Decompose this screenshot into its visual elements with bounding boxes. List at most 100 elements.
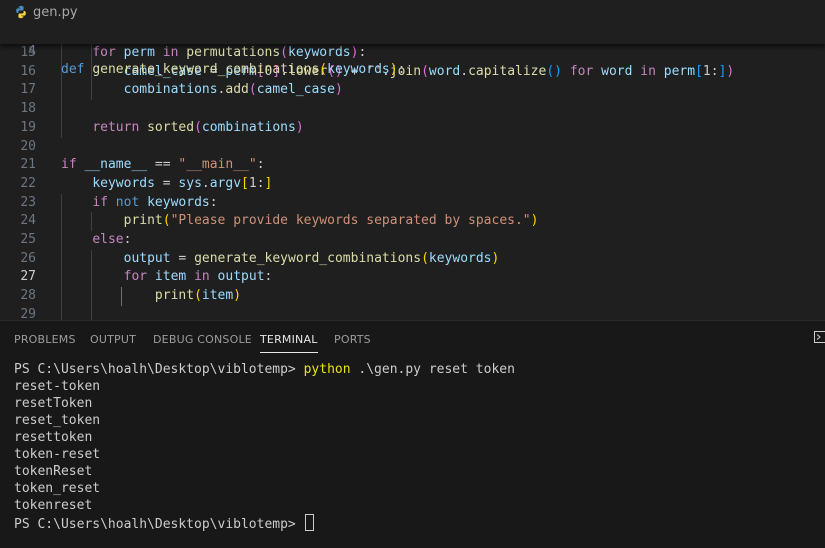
line-number: 27 [0, 268, 36, 286]
code-token: combinations [124, 82, 218, 97]
code-token: generate_keyword_combinations [92, 62, 319, 77]
code-token: __name__ [84, 157, 147, 172]
code-line[interactable]: 20 [0, 138, 825, 156]
terminal-output-line: reset-token [14, 378, 100, 395]
code-token: ) [531, 213, 539, 228]
code-line[interactable]: 24 print("Please provide keywords separa… [0, 212, 825, 230]
line-code: if not keywords: [61, 194, 218, 212]
code-token: keywords [139, 195, 209, 210]
code-token: ) [492, 251, 500, 266]
code-token: : [398, 62, 406, 77]
terminal-icon[interactable] [814, 331, 825, 343]
code-token: keywords [327, 62, 390, 77]
line-number: 19 [0, 119, 36, 137]
terminal-output-line: tokenreset [14, 497, 92, 514]
breadcrumb[interactable]: gen.py [0, 0, 825, 24]
code-token: "Please provide keywords separated by sp… [171, 213, 531, 228]
code-token: [ [695, 64, 703, 79]
code-line[interactable]: 22 keywords = sys.argv[1:] [0, 175, 825, 193]
code-token: if [61, 157, 77, 172]
code-token: if [92, 195, 108, 210]
code-line[interactable]: 15 for perm in permutations(keywords): [0, 44, 825, 62]
code-token: : [210, 195, 218, 210]
code-token: ( [319, 62, 327, 77]
terminal-output-line: token-reset [14, 446, 100, 463]
sticky-code: def generate_keyword_combinations(keywor… [61, 61, 405, 79]
code-token: ) [233, 288, 241, 303]
terminal-cursor[interactable] [305, 514, 314, 531]
breadcrumb-file-name[interactable]: gen.py [33, 5, 78, 20]
line-code: return sorted(combinations) [61, 119, 304, 137]
code-token [61, 213, 124, 228]
line-code: if __name__ == "__main__": [61, 156, 265, 174]
line-number: 21 [0, 156, 36, 174]
line-number: 25 [0, 231, 36, 249]
code-line[interactable]: 17 combinations.add(camel_case) [0, 81, 825, 99]
tab-debug-console[interactable]: DEBUG CONSOLE [153, 333, 252, 346]
code-token [562, 64, 570, 79]
code-editor[interactable]: 15 for perm in permutations(keywords):16… [0, 24, 825, 320]
code-line[interactable]: 26 output = generate_keyword_combination… [0, 250, 825, 268]
code-token: 1: [703, 64, 719, 79]
code-token: [ [241, 176, 249, 191]
code-token: . [202, 176, 210, 191]
line-number: 28 [0, 287, 36, 305]
code-line[interactable]: 25 else: [0, 231, 825, 249]
code-token: word [429, 64, 460, 79]
code-line[interactable]: 21 if __name__ == "__main__": [0, 156, 825, 174]
code-line[interactable]: 23 if not keywords: [0, 194, 825, 212]
sticky-scroll-header[interactable]: 4 def generate_keyword_combinations(keyw… [0, 24, 825, 44]
code-token: else [92, 232, 123, 247]
tab-output[interactable]: OUTPUT [90, 333, 136, 346]
code-token: camel_case [257, 82, 335, 97]
code-token: ) [296, 120, 304, 135]
tab-terminal[interactable]: TERMINAL [260, 333, 318, 346]
code-token [61, 269, 124, 284]
code-token [61, 120, 92, 135]
line-code: output = generate_keyword_combinations(k… [61, 250, 499, 268]
code-token: ) [726, 64, 734, 79]
code-token: . [460, 64, 468, 79]
line-code: for item in output: [61, 268, 272, 286]
code-token: ] [265, 176, 273, 191]
code-token: () [546, 64, 562, 79]
line-code: else: [61, 231, 131, 249]
terminal-prompt: PS C:\Users\hoalh\Desktop\viblotemp> [14, 517, 304, 532]
tab-problems[interactable]: PROBLEMS [14, 333, 76, 346]
code-token [61, 232, 92, 247]
code-token: keywords [288, 45, 351, 60]
code-line[interactable]: 18 [0, 100, 825, 118]
line-code: print("Please provide keywords separated… [61, 212, 538, 230]
code-line[interactable]: 27 for item in output: [0, 268, 825, 286]
code-token: ) [335, 82, 343, 97]
terminal-prompt-line[interactable]: PS C:\Users\hoalh\Desktop\viblotemp> [14, 514, 314, 531]
code-token [139, 120, 147, 135]
code-token: ( [163, 213, 171, 228]
line-code: combinations.add(camel_case) [61, 81, 343, 99]
line-code: keywords = sys.argv[1:] [61, 175, 272, 193]
code-token: output [210, 269, 265, 284]
code-token: word [593, 64, 640, 79]
code-line[interactable]: 29 [0, 306, 825, 320]
code-token: for [92, 45, 115, 60]
terminal-output-line: tokenReset [14, 463, 92, 480]
terminal-output-line: resetToken [14, 395, 92, 412]
line-number: 24 [0, 212, 36, 230]
code-token: ) [390, 62, 398, 77]
sticky-line[interactable]: 4 def generate_keyword_combinations(keyw… [0, 25, 825, 43]
code-line[interactable]: 28 print(item) [0, 287, 825, 305]
code-token: sys [178, 176, 201, 191]
code-token [61, 288, 155, 303]
code-token: combinations [202, 120, 296, 135]
code-token [61, 195, 92, 210]
code-token: def [61, 62, 84, 77]
tab-ports[interactable]: PORTS [334, 333, 371, 346]
code-token: ( [280, 45, 288, 60]
code-line[interactable]: 19 return sorted(combinations) [0, 119, 825, 137]
code-token: = [155, 176, 178, 191]
line-code: print(item) [61, 287, 241, 305]
code-token: : [257, 157, 265, 172]
code-token: item [147, 269, 194, 284]
code-token [61, 82, 124, 97]
code-token: for [570, 64, 593, 79]
